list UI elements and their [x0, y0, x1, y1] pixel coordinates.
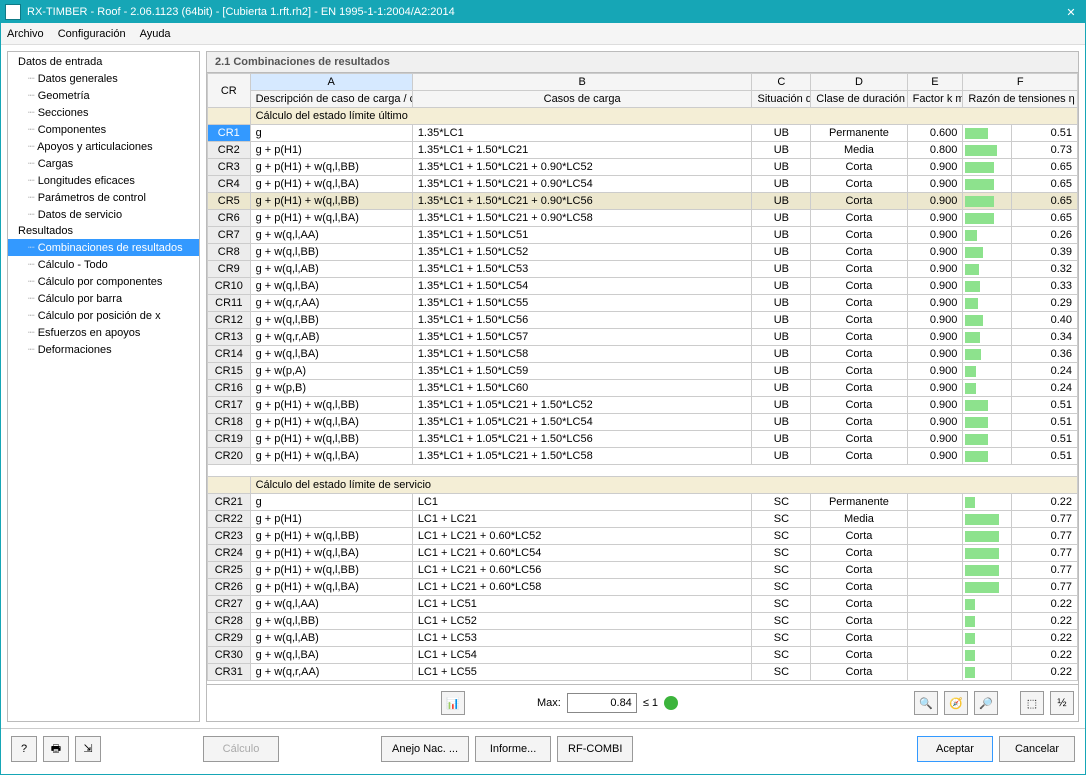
app-icon — [5, 4, 21, 20]
table-row[interactable]: CR12g + w(q,l,BB)1.35*LC1 + 1.50*LC56UBC… — [208, 312, 1078, 329]
nav-item[interactable]: Cálculo por componentes — [8, 273, 199, 290]
max-value-input[interactable] — [567, 693, 637, 713]
calc-button[interactable]: Cálculo — [203, 736, 279, 762]
table-row[interactable]: CR5g + p(H1) + w(q,l,BB)1.35*LC1 + 1.50*… — [208, 193, 1078, 210]
table-row[interactable]: CR7g + w(q,l,AA)1.35*LC1 + 1.50*LC51UBCo… — [208, 227, 1078, 244]
nav-item[interactable]: Secciones — [8, 104, 199, 121]
table-row[interactable]: CR2g + p(H1)1.35*LC1 + 1.50*LC21UBMedia0… — [208, 142, 1078, 159]
tool-icon-4[interactable]: ⬚ — [1020, 691, 1044, 715]
rfcombi-button[interactable]: RF-COMBI — [557, 736, 633, 762]
nav-item[interactable]: Parámetros de control — [8, 189, 199, 206]
status-row: 📊 Max: ≤ 1 🔍 🧭 🔎 ⬚ ½ — [206, 685, 1079, 722]
nav-item[interactable]: Esfuerzos en apoyos — [8, 324, 199, 341]
graph-icon-button[interactable]: 📊 — [441, 691, 465, 715]
menubar: Archivo Configuración Ayuda — [1, 23, 1085, 45]
titlebar: RX-TIMBER - Roof - 2.06.1123 (64bit) - [… — [1, 1, 1085, 23]
table-row[interactable]: CR31g + w(q,r,AA)LC1 + LC55SCCorta0.22 — [208, 664, 1078, 681]
table-row[interactable]: CR28g + w(q,l,BB)LC1 + LC52SCCorta0.22 — [208, 613, 1078, 630]
nav-item[interactable]: Cálculo por posición de x — [8, 307, 199, 324]
tool-icon-2[interactable]: 🧭 — [944, 691, 968, 715]
table-row[interactable]: CR14g + w(q,l,BA)1.35*LC1 + 1.50*LC58UBC… — [208, 346, 1078, 363]
footer: ? 🖶 ⇲ Cálculo Anejo Nac. ... Informe... … — [1, 728, 1085, 774]
nav-item[interactable]: Combinaciones de resultados — [8, 239, 199, 256]
close-icon[interactable]: ✕ — [1061, 6, 1081, 19]
tool-icon-1[interactable]: 🔍 — [914, 691, 938, 715]
nav-item[interactable]: Cálculo por barra — [8, 290, 199, 307]
table-row[interactable]: CR22g + p(H1)LC1 + LC21SCMedia0.77 — [208, 511, 1078, 528]
nav-header-results: Resultados — [8, 223, 199, 239]
table-row[interactable]: CR13g + w(q,r,AB)1.35*LC1 + 1.50*LC57UBC… — [208, 329, 1078, 346]
table-row[interactable]: CR6g + p(H1) + w(q,l,BA)1.35*LC1 + 1.50*… — [208, 210, 1078, 227]
menu-help[interactable]: Ayuda — [140, 28, 171, 40]
table-row[interactable]: CR8g + w(q,l,BB)1.35*LC1 + 1.50*LC52UBCo… — [208, 244, 1078, 261]
col-cr[interactable]: CR — [208, 74, 251, 108]
panel-title: 2.1 Combinaciones de resultados — [206, 51, 1079, 72]
nav-item[interactable]: Datos de servicio — [8, 206, 199, 223]
menu-config[interactable]: Configuración — [58, 28, 126, 40]
table-row[interactable]: CR21gLC1SCPermanente0.22 — [208, 494, 1078, 511]
table-row[interactable]: CR25g + p(H1) + w(q,l,BB)LC1 + LC21 + 0.… — [208, 562, 1078, 579]
ok-button[interactable]: Aceptar — [917, 736, 993, 762]
help-icon-button[interactable]: ? — [11, 736, 37, 762]
section-header: Cálculo del estado límite de servicio — [250, 477, 1077, 494]
col-letter-b[interactable]: B — [412, 74, 752, 91]
col-c[interactable]: Situación de cálculo — [752, 91, 811, 108]
tool-icon-3[interactable]: 🔎 — [974, 691, 998, 715]
table-row[interactable]: CR23g + p(H1) + w(q,l,BB)LC1 + LC21 + 0.… — [208, 528, 1078, 545]
menu-file[interactable]: Archivo — [7, 28, 44, 40]
table-row[interactable]: CR24g + p(H1) + w(q,l,BA)LC1 + LC21 + 0.… — [208, 545, 1078, 562]
export-icon-button[interactable]: ⇲ — [75, 736, 101, 762]
col-letter-d[interactable]: D — [811, 74, 907, 91]
col-letter-f[interactable]: F — [963, 74, 1078, 91]
window-title: RX-TIMBER - Roof - 2.06.1123 (64bit) - [… — [27, 6, 1061, 18]
table-row[interactable]: CR11g + w(q,r,AA)1.35*LC1 + 1.50*LC55UBC… — [208, 295, 1078, 312]
status-ok-icon — [664, 696, 678, 710]
print-icon-button[interactable]: 🖶 — [43, 736, 69, 762]
nav-item[interactable]: Apoyos y articulaciones — [8, 138, 199, 155]
report-button[interactable]: Informe... — [475, 736, 551, 762]
annex-button[interactable]: Anejo Nac. ... — [381, 736, 469, 762]
table-row[interactable]: CR3g + p(H1) + w(q,l,BB)1.35*LC1 + 1.50*… — [208, 159, 1078, 176]
table-row[interactable]: CR30g + w(q,l,BA)LC1 + LC54SCCorta0.22 — [208, 647, 1078, 664]
nav-item[interactable]: Componentes — [8, 121, 199, 138]
tool-icon-5[interactable]: ½ — [1050, 691, 1074, 715]
results-grid[interactable]: CR A B C D E F Descripción de caso de ca… — [206, 72, 1079, 685]
col-f[interactable]: Razón de tensiones η max — [963, 91, 1078, 108]
table-row[interactable]: CR10g + w(q,l,BA)1.35*LC1 + 1.50*LC54UBC… — [208, 278, 1078, 295]
col-b[interactable]: Casos de carga — [412, 91, 752, 108]
table-row[interactable]: CR20g + p(H1) + w(q,l,BA)1.35*LC1 + 1.05… — [208, 448, 1078, 465]
nav-item[interactable]: Longitudes eficaces — [8, 172, 199, 189]
table-row[interactable]: CR15g + w(p,A)1.35*LC1 + 1.50*LC59UBCort… — [208, 363, 1078, 380]
table-row[interactable]: CR19g + p(H1) + w(q,l,BB)1.35*LC1 + 1.05… — [208, 431, 1078, 448]
table-row[interactable]: CR26g + p(H1) + w(q,l,BA)LC1 + LC21 + 0.… — [208, 579, 1078, 596]
limit-label: ≤ 1 — [643, 697, 658, 709]
nav-tree: Datos de entradaDatos generalesGeometría… — [7, 51, 200, 722]
table-row[interactable]: CR1g1.35*LC1UBPermanente0.6000.51 — [208, 125, 1078, 142]
table-row[interactable]: CR17g + p(H1) + w(q,l,BB)1.35*LC1 + 1.05… — [208, 397, 1078, 414]
col-a[interactable]: Descripción de caso de carga / combinaci… — [250, 91, 412, 108]
col-letter-c[interactable]: C — [752, 74, 811, 91]
table-row[interactable]: CR9g + w(q,l,AB)1.35*LC1 + 1.50*LC53UBCo… — [208, 261, 1078, 278]
max-label: Max: — [537, 697, 561, 709]
table-row[interactable]: CR4g + p(H1) + w(q,l,BA)1.35*LC1 + 1.50*… — [208, 176, 1078, 193]
nav-item[interactable]: Cálculo - Todo — [8, 256, 199, 273]
nav-item[interactable]: Deformaciones — [8, 341, 199, 358]
col-letter-e[interactable]: E — [907, 74, 963, 91]
table-row[interactable]: CR29g + w(q,l,AB)LC1 + LC53SCCorta0.22 — [208, 630, 1078, 647]
nav-item[interactable]: Datos generales — [8, 70, 199, 87]
table-row[interactable]: CR16g + w(p,B)1.35*LC1 + 1.50*LC60UBCort… — [208, 380, 1078, 397]
section-header: Cálculo del estado límite último — [250, 108, 1077, 125]
col-letter-a[interactable]: A — [250, 74, 412, 91]
nav-header-input: Datos de entrada — [8, 54, 199, 70]
nav-item[interactable]: Geometría — [8, 87, 199, 104]
cancel-button[interactable]: Cancelar — [999, 736, 1075, 762]
col-d[interactable]: Clase de duración de carga (CDC) — [811, 91, 907, 108]
nav-item[interactable]: Cargas — [8, 155, 199, 172]
col-e[interactable]: Factor k mod — [907, 91, 963, 108]
table-row[interactable]: CR27g + w(q,l,AA)LC1 + LC51SCCorta0.22 — [208, 596, 1078, 613]
table-row[interactable]: CR18g + p(H1) + w(q,l,BA)1.35*LC1 + 1.05… — [208, 414, 1078, 431]
